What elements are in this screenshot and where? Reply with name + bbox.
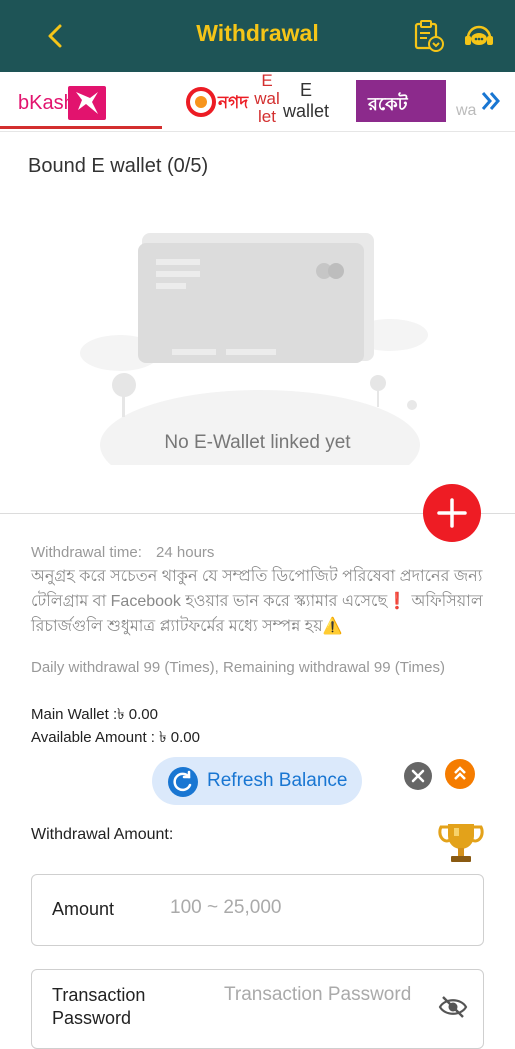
plus-icon — [437, 498, 467, 528]
amount-label: Amount — [52, 899, 115, 919]
transaction-password-field[interactable]: Transaction Password — [31, 969, 484, 1049]
main-wallet-balance: Main Wallet :৳ 0.00 — [31, 706, 158, 723]
close-button[interactable] — [404, 762, 432, 790]
transaction-password-input[interactable] — [224, 984, 424, 1006]
eye-off-icon — [438, 996, 468, 1018]
transaction-password-label: Transaction Password — [52, 985, 146, 1028]
refresh-icon — [168, 767, 198, 797]
tab-label-partial[interactable]: wa — [456, 102, 476, 120]
withdrawal-amount-label: Withdrawal Amount: — [31, 826, 174, 843]
bound-wallet-title: Bound E wallet (0/5) — [28, 155, 209, 177]
toggle-password-visibility[interactable] — [438, 994, 468, 1020]
daily-limit-text: Daily withdrawal 99 (Times), Remaining w… — [31, 659, 446, 676]
empty-state-text: No E-Wallet linked yet — [164, 432, 351, 453]
more-tabs-button[interactable] — [478, 88, 504, 114]
tab-nagad[interactable]: নগদ — [186, 72, 266, 130]
empty-card-illustration — [80, 233, 428, 465]
bkash-logo-icon — [68, 86, 106, 120]
add-wallet-button[interactable] — [423, 484, 481, 542]
tab-ewallet-a[interactable]: E wal let — [124, 72, 280, 130]
double-chevron-right-icon — [481, 92, 500, 110]
headset-chat-icon — [465, 25, 493, 45]
available-amount: Available Amount : ৳ 0.00 — [31, 729, 200, 746]
app-header: Withdrawal — [0, 0, 515, 72]
refresh-balance-button[interactable]: Refresh Balance — [152, 757, 362, 805]
tab-rocket[interactable]: রকেট — [356, 72, 446, 130]
close-icon — [411, 769, 425, 783]
tab-label: নগদ — [218, 93, 249, 112]
trophy-icon[interactable] — [436, 818, 486, 868]
customer-service-button[interactable] — [461, 18, 497, 54]
withdrawal-time: Withdrawal time: 24 hours — [31, 544, 214, 561]
tab-label: bKash — [18, 92, 75, 114]
amount-field[interactable]: Amount — [31, 874, 484, 946]
withdrawal-time-value: 24 hours — [156, 544, 215, 561]
nagad-logo: নগদ — [186, 86, 266, 120]
rocket-logo: রকেট — [356, 80, 446, 122]
scroll-top-button[interactable] — [445, 759, 475, 789]
amount-input[interactable] — [170, 897, 450, 919]
refresh-balance-label: Refresh Balance — [207, 770, 348, 791]
tab-label: রকেট — [368, 94, 408, 114]
double-chevron-up-icon — [454, 766, 466, 780]
tab-ewallet-b[interactable]: E wallet — [278, 72, 334, 130]
tab-label: E wallet — [282, 80, 330, 121]
scam-notice: অনুগ্রহ করে সচেতন থাকুন যে সম্প্রতি ডিপো… — [31, 568, 483, 635]
clipboard-download-icon — [414, 20, 444, 52]
active-tab-indicator — [0, 126, 162, 129]
payment-method-tabs: bKash E wal let নগদ E wallet রকেট wa — [0, 72, 515, 132]
nagad-logo-icon — [186, 87, 216, 117]
withdrawal-record-button[interactable] — [410, 18, 446, 54]
withdrawal-time-label: Withdrawal time: — [31, 544, 142, 561]
